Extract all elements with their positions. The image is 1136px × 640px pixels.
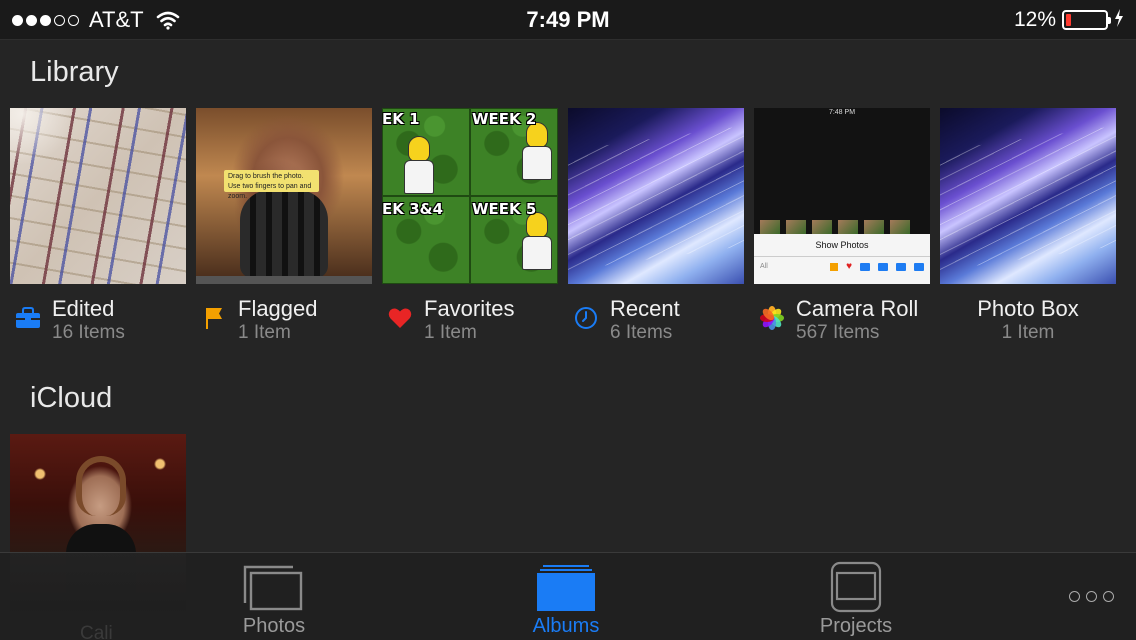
clock: 7:49 PM [526,7,610,32]
icloud-section-title: iCloud [30,382,113,414]
album-count: 1 Item [1001,322,1055,343]
album-count: 567 Items [796,322,880,343]
albums-stack-icon [535,563,597,618]
tab-label: Albums [532,615,600,637]
album-thumbnail[interactable] [940,108,1116,284]
album-thumbnail[interactable]: Drag to brush the photo. Use two fingers… [196,108,372,284]
album-photo-box[interactable]: Photo Box 1 Item [940,108,1116,346]
library-section-title: Library [30,56,119,88]
tab-bar: Cali Photos Albums Projects [0,552,1136,640]
album-flagged[interactable]: Drag to brush the photo. Use two fingers… [196,108,372,346]
album-count: 6 Items [610,322,673,343]
album-thumbnail[interactable] [10,108,186,284]
photos-stack-icon [243,563,305,618]
meme-label: EK 3&4 [382,200,444,218]
album-thumbnail[interactable] [568,108,744,284]
toolbox-icon [14,304,42,332]
tab-label: Photos [242,615,306,637]
status-bar: AT&T 7:49 PM 12% [0,0,1136,40]
album-edited[interactable]: Edited 16 Items [10,108,186,346]
battery-percent: 12% [1013,8,1056,31]
brush-hint-tooltip: Drag to brush the photo. Use two fingers… [224,170,319,200]
album-camera-roll[interactable]: 7:48 PM Show Photos All ♥ Camera Roll 56… [754,108,930,346]
album-name: Flagged [238,296,318,321]
flag-icon [200,304,228,332]
screenshot-time: 7:48 PM [828,109,856,116]
charging-bolt-icon [1114,8,1124,32]
album-name: Recent [610,296,680,321]
tab-label: Projects [819,615,893,637]
tab-albums[interactable]: Albums [518,553,614,640]
tab-photos[interactable]: Photos [226,553,322,640]
album-thumbnail[interactable]: 7:48 PM Show Photos All ♥ [754,108,930,284]
heart-icon [386,304,414,332]
album-name-ghost: Cali [80,623,113,640]
album-name: Photo Box [977,296,1079,321]
album-name: Favorites [424,296,515,321]
meme-label: EK 1 [382,110,420,128]
tab-projects[interactable]: Projects [808,553,904,640]
projects-icon [829,561,883,618]
battery-icon [1062,10,1111,30]
meme-label: WEEK 5 [472,200,537,218]
album-name: Edited [52,296,115,321]
library-albums: Edited 16 Items Drag to brush the photo.… [10,108,1116,346]
sheet-title: Show Photos [754,234,930,257]
album-count: 16 Items [52,322,125,343]
album-name: Camera Roll [796,296,919,321]
album-count: 1 Item [424,322,477,343]
album-count: 1 Item [238,322,291,343]
meme-label: WEEK 2 [472,110,537,128]
photos-flower-icon [758,304,786,332]
album-favorites[interactable]: EK 1 WEEK 2 EK 3&4 WEEK 5 Favorites 1 It… [382,108,558,346]
sheet-filter: All [760,263,768,270]
battery-level [1066,14,1071,26]
album-thumbnail[interactable]: EK 1 WEEK 2 EK 3&4 WEEK 5 [382,108,558,284]
clock-icon [572,304,600,332]
album-recent[interactable]: Recent 6 Items [568,108,744,346]
more-dots-icon[interactable] [1069,591,1114,602]
